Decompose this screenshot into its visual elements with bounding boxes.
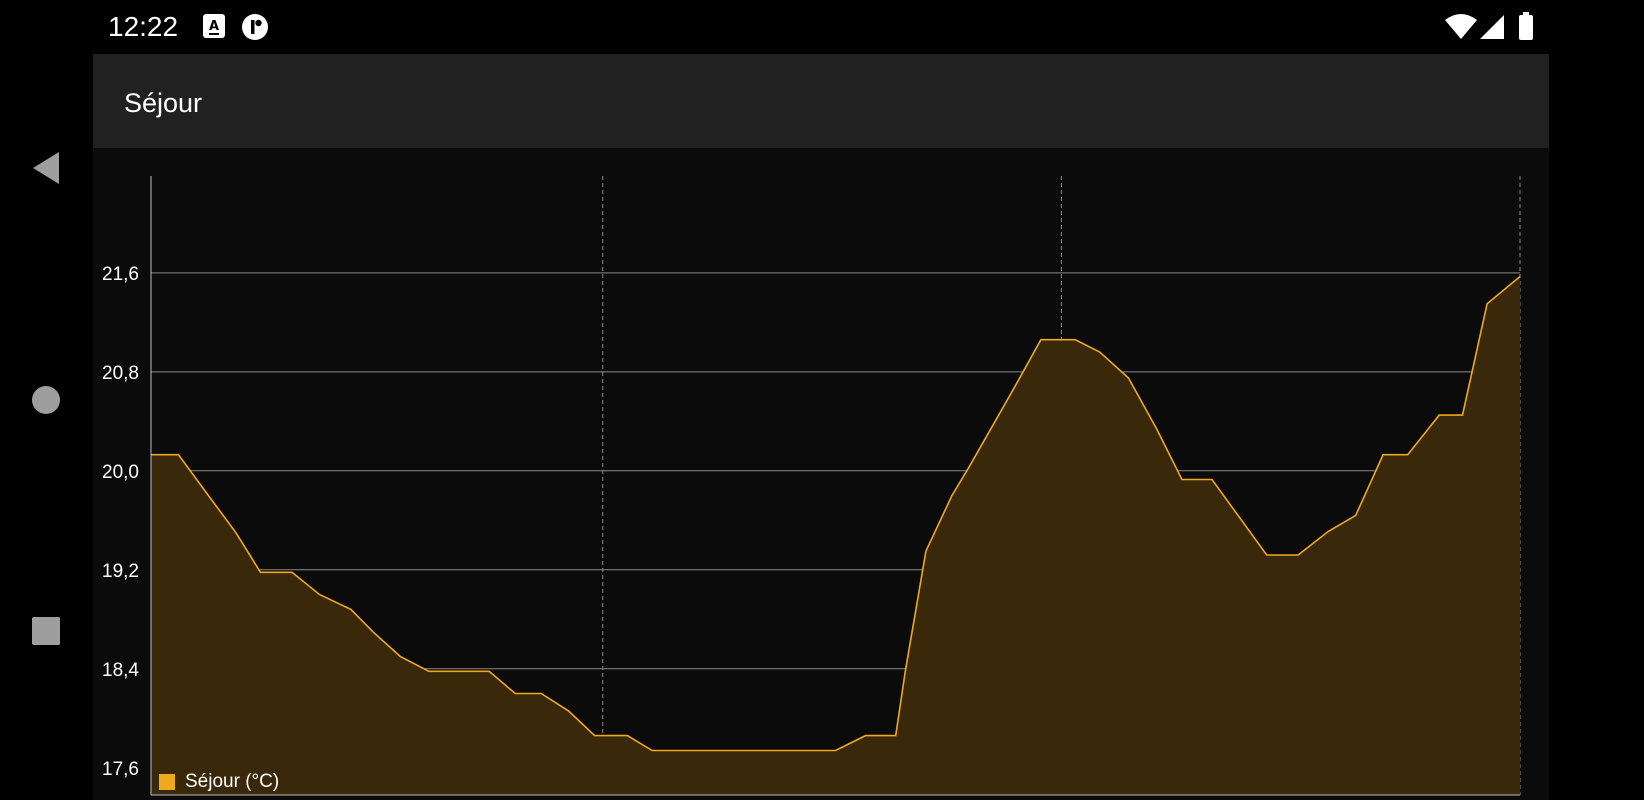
- notification-app-icon: [241, 13, 269, 46]
- app-bar: Séjour: [93, 54, 1549, 148]
- wifi-icon: [1445, 14, 1477, 45]
- temperature-chart[interactable]: 17,618,419,220,020,821,607/12 23:5908/12…: [93, 148, 1549, 800]
- back-button[interactable]: [26, 148, 66, 188]
- cell-signal-icon: [1479, 14, 1505, 45]
- page-title: Séjour: [124, 88, 203, 118]
- home-button[interactable]: [26, 380, 66, 420]
- y-tick-label: 18,4: [102, 660, 139, 681]
- recents-icon: [32, 617, 60, 645]
- y-tick-label: 21,6: [102, 264, 139, 285]
- y-tick-label: 17,6: [102, 759, 139, 780]
- svg-text:A: A: [209, 19, 219, 34]
- status-time: 12:22: [108, 11, 179, 42]
- y-tick-label: 19,2: [102, 561, 139, 582]
- chart-legend: Séjour (°C): [159, 771, 279, 793]
- navigation-bar: [0, 54, 93, 800]
- battery-icon: [1518, 12, 1534, 45]
- series-area-fill: [151, 276, 1520, 795]
- home-icon: [32, 386, 60, 414]
- app-window: Séjour 17,618,419,220,020,821,607/12 23:…: [93, 54, 1549, 800]
- legend-swatch: [159, 774, 175, 790]
- y-tick-label: 20,8: [102, 363, 139, 384]
- y-tick-label: 20,0: [102, 462, 139, 483]
- recents-button[interactable]: [26, 611, 66, 651]
- back-icon: [33, 152, 59, 184]
- legend-label: Séjour (°C): [185, 771, 280, 792]
- status-bar: 12:22 A: [0, 0, 1644, 54]
- a-text-icon: A: [202, 13, 226, 44]
